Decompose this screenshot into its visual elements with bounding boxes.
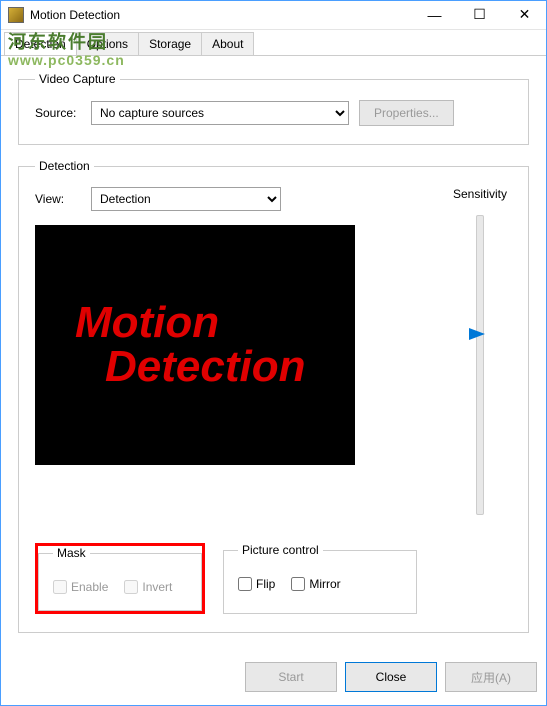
mask-enable-checkbox[interactable]: Enable	[53, 580, 108, 594]
flip-label: Flip	[256, 577, 275, 591]
video-capture-legend: Video Capture	[35, 72, 120, 86]
picture-control-group: Picture control Flip Mirror	[223, 543, 417, 614]
source-select[interactable]: No capture sources	[91, 101, 349, 125]
video-preview: Motion Detection	[35, 225, 355, 465]
tab-bar: Detection Options Storage About	[0, 30, 547, 56]
apply-button[interactable]: 应用(A)	[445, 662, 537, 692]
preview-text-2: Detection	[105, 342, 355, 392]
source-label: Source:	[35, 106, 81, 120]
titlebar: Motion Detection — ☐ ✕	[0, 0, 547, 30]
mirror-checkbox[interactable]: Mirror	[291, 577, 340, 591]
view-select[interactable]: Detection	[91, 187, 281, 211]
start-button[interactable]: Start	[245, 662, 337, 692]
mirror-input[interactable]	[291, 577, 305, 591]
mask-legend: Mask	[53, 546, 90, 560]
mask-invert-checkbox[interactable]: Invert	[124, 580, 172, 594]
bottom-button-bar: Start Close 应用(A)	[245, 662, 537, 692]
maximize-button[interactable]: ☐	[457, 0, 502, 30]
mask-group: Mask Enable Invert	[38, 546, 202, 611]
picture-control-legend: Picture control	[238, 543, 323, 557]
mask-invert-input[interactable]	[124, 580, 138, 594]
mask-highlight: Mask Enable Invert	[35, 543, 205, 614]
video-capture-group: Video Capture Source: No capture sources…	[18, 72, 529, 145]
flip-checkbox[interactable]: Flip	[238, 577, 275, 591]
minimize-button[interactable]: —	[412, 0, 457, 30]
tab-detection[interactable]: Detection	[4, 32, 77, 55]
view-label: View:	[35, 192, 81, 206]
tab-about[interactable]: About	[201, 32, 254, 55]
preview-text-1: Motion	[75, 298, 355, 348]
mask-enable-label: Enable	[71, 580, 108, 594]
slider-thumb-icon[interactable]	[469, 328, 485, 340]
mask-invert-label: Invert	[142, 580, 172, 594]
close-window-button[interactable]: ✕	[502, 0, 547, 30]
close-button[interactable]: Close	[345, 662, 437, 692]
sensitivity-slider[interactable]	[476, 215, 484, 515]
detection-group: Detection View: Detection Motion Detecti…	[18, 159, 529, 633]
window-title: Motion Detection	[30, 8, 412, 22]
tab-options[interactable]: Options	[76, 32, 139, 55]
mask-enable-input[interactable]	[53, 580, 67, 594]
mirror-label: Mirror	[309, 577, 340, 591]
detection-legend: Detection	[35, 159, 94, 173]
sensitivity-label: Sensitivity	[453, 187, 507, 201]
app-icon	[8, 7, 24, 23]
tab-storage[interactable]: Storage	[138, 32, 202, 55]
flip-input[interactable]	[238, 577, 252, 591]
properties-button[interactable]: Properties...	[359, 100, 454, 126]
